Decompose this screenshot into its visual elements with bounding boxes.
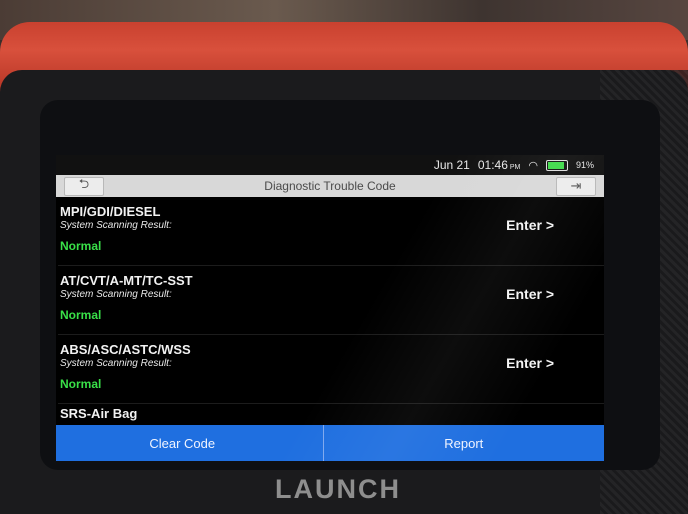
clear-code-button[interactable]: Clear Code (56, 425, 323, 461)
page-title: Diagnostic Trouble Code (264, 179, 396, 193)
system-name: SRS-Air Bag (60, 406, 138, 421)
exit-icon: ⇥ (570, 178, 582, 193)
enter-button[interactable]: Enter > (506, 217, 554, 233)
exit-button[interactable]: ⇥ (555, 176, 596, 196)
enter-button[interactable]: Enter > (506, 286, 554, 302)
status-bar: Jun 21 01:46 PM ◠ 91% (56, 155, 604, 175)
bottom-action-bar: Clear Code Report (56, 425, 604, 461)
brand-logo: LAUNCH (275, 474, 401, 504)
enter-button[interactable]: Enter > (506, 355, 554, 371)
system-name: AT/CVT/A-MT/TC-SST (60, 273, 193, 288)
battery-percent: 91% (575, 160, 594, 170)
app-screen: Jun 21 01:46 PM ◠ 91% ⮌ Diagnostic Troubl… (56, 155, 604, 461)
back-arrow-icon: ⮌ (78, 176, 90, 191)
system-name: MPI/GDI/DIESEL (60, 204, 161, 219)
scan-result-label: System Scanning Result: (60, 289, 172, 300)
battery-icon (545, 159, 568, 171)
scan-result-label: System Scanning Result: (60, 358, 172, 369)
back-button[interactable]: ⮌ (64, 176, 104, 196)
system-name: ABS/ASC/ASTC/WSS (60, 342, 191, 357)
scan-result-label: System Scanning Result: (60, 220, 172, 231)
report-button[interactable]: Report (322, 425, 604, 461)
scan-status: Normal (60, 377, 102, 391)
list-item: MPI/GDI/DIESEL System Scanning Result: N… (58, 197, 604, 266)
scan-status: Normal (60, 308, 102, 322)
status-time: 01:46 PM (477, 158, 521, 172)
list-item: AT/CVT/A-MT/TC-SST System Scanning Resul… (58, 266, 604, 335)
status-date: Jun 21 (433, 158, 470, 172)
wifi-icon: ◠ (528, 159, 538, 172)
title-bar: ⮌ Diagnostic Trouble Code ⇥ (56, 175, 604, 197)
scan-status: Normal (60, 239, 102, 253)
system-list: MPI/GDI/DIESEL System Scanning Result: N… (56, 197, 604, 461)
list-item: ABS/ASC/ASTC/WSS System Scanning Result:… (58, 335, 604, 404)
